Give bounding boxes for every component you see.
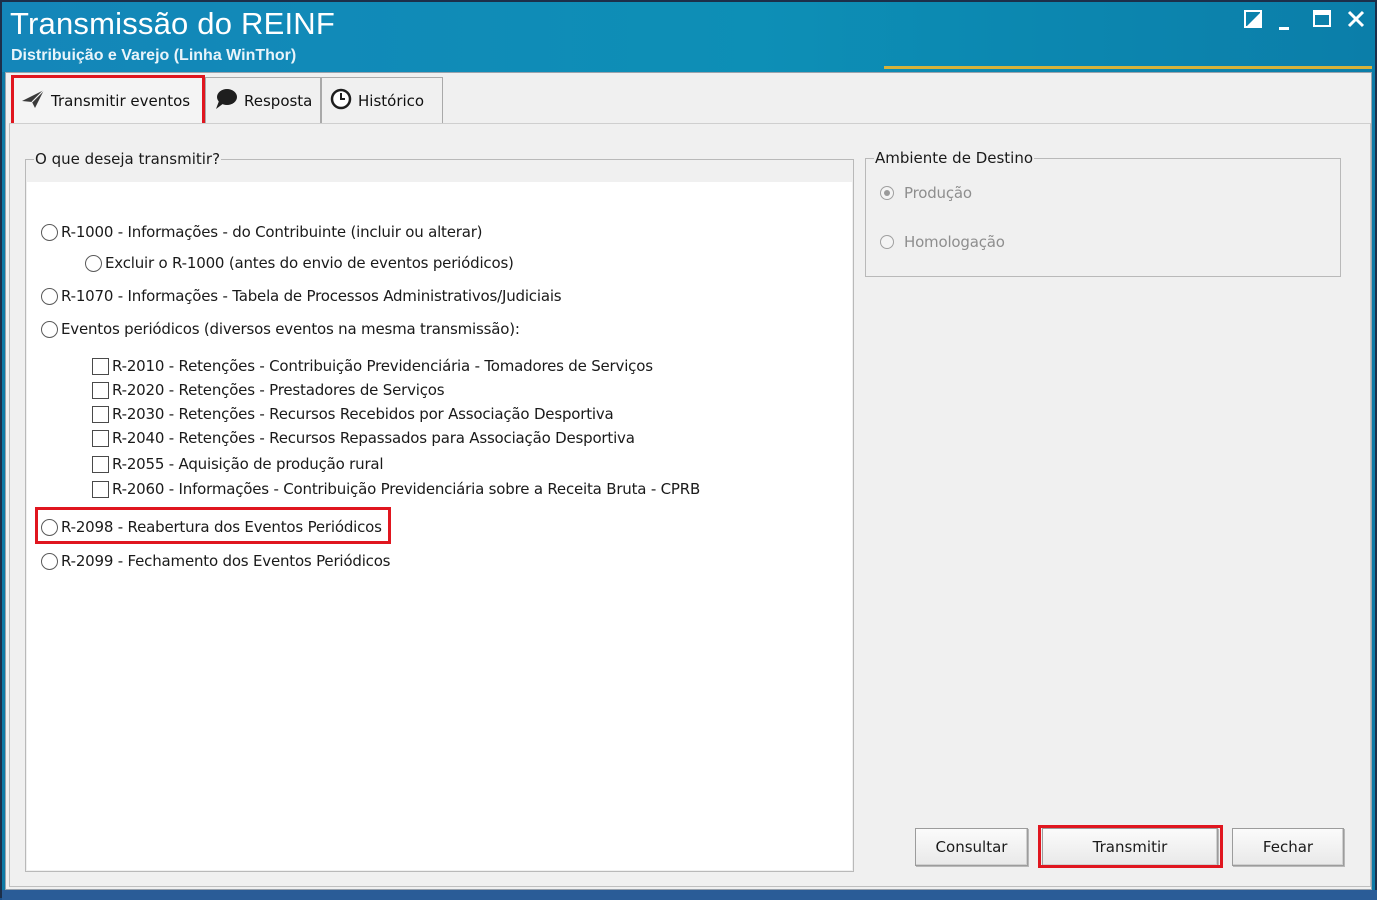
restore-icon[interactable]: [1244, 10, 1262, 28]
title-bar[interactable]: Transmissão do REINF Distribuição e Vare…: [2, 2, 1375, 72]
radio-producao[interactable]: Produção: [880, 184, 972, 202]
clock-icon: [330, 88, 352, 114]
title-accent-line: [884, 66, 1372, 69]
radio-circle[interactable]: [880, 235, 894, 249]
window-subtitle: Distribuição e Varejo (Linha WinThor): [11, 47, 297, 64]
radio-circle[interactable]: [41, 518, 58, 536]
radio-label: R-2099 - Fechamento dos Eventos Periódic…: [61, 552, 391, 570]
checkbox-box[interactable]: [92, 405, 109, 423]
minimize-icon[interactable]: [1278, 10, 1292, 32]
checkbox-r2010[interactable]: R-2010 - Retenções - Contribuição Previd…: [92, 357, 653, 375]
radio-circle[interactable]: [880, 186, 894, 200]
checkbox-box[interactable]: [92, 381, 109, 399]
radio-label: R-1070 - Informações - Tabela de Process…: [61, 287, 562, 305]
consultar-button[interactable]: Consultar: [915, 828, 1028, 866]
radio-label: Excluir o R-1000 (antes do envio de even…: [105, 254, 514, 272]
transmitir-button[interactable]: Transmitir: [1042, 828, 1218, 866]
tab-historico[interactable]: Histórico: [321, 77, 443, 123]
speech-bubble-icon: [214, 88, 238, 114]
radio-label: Homologação: [904, 233, 1005, 251]
radio-label: Eventos periódicos (diversos eventos na …: [61, 320, 520, 338]
radio-label: R-1000 - Informações - do Contribuinte (…: [61, 223, 483, 241]
tab-label: Histórico: [358, 91, 425, 110]
radio-excluir-r1000[interactable]: Excluir o R-1000 (antes do envio de even…: [85, 254, 514, 272]
fechar-button[interactable]: Fechar: [1232, 828, 1344, 866]
radio-label: Produção: [904, 184, 972, 202]
radio-circle[interactable]: [41, 223, 58, 241]
checkbox-r2030[interactable]: R-2030 - Retenções - Recursos Recebidos …: [92, 405, 614, 423]
tab-label: Resposta: [244, 91, 313, 110]
checkbox-box[interactable]: [92, 429, 109, 447]
radio-circle[interactable]: [41, 320, 58, 338]
checkbox-label: R-2020 - Retenções - Prestadores de Serv…: [112, 381, 445, 399]
checkbox-r2055[interactable]: R-2055 - Aquisição de produção rural: [92, 455, 384, 473]
window-bottom-border: [2, 890, 1377, 900]
radio-r2099[interactable]: R-2099 - Fechamento dos Eventos Periódic…: [41, 552, 391, 570]
checkbox-label: R-2060 - Informações - Contribuição Prev…: [112, 480, 701, 498]
checkbox-box[interactable]: [92, 357, 109, 375]
radio-circle[interactable]: [41, 552, 58, 570]
app-window: Transmissão do REINF Distribuição e Vare…: [0, 0, 1377, 900]
tab-resposta[interactable]: Resposta: [205, 77, 321, 123]
radio-r1000[interactable]: R-1000 - Informações - do Contribuinte (…: [41, 223, 483, 241]
transmit-group-body: R-1000 - Informações - do Contribuinte (…: [27, 182, 852, 870]
radio-r1070[interactable]: R-1070 - Informações - Tabela de Process…: [41, 287, 562, 305]
radio-circle[interactable]: [85, 254, 102, 272]
checkbox-label: R-2055 - Aquisição de produção rural: [112, 455, 384, 473]
radio-r2098[interactable]: R-2098 - Reabertura dos Eventos Periódic…: [41, 518, 382, 536]
checkbox-label: R-2030 - Retenções - Recursos Recebidos …: [112, 405, 614, 423]
transmit-group-legend: O que deseja transmitir?: [35, 150, 221, 168]
client-area: Transmitir eventos Resposta Histórico O …: [5, 72, 1372, 890]
checkbox-label: R-2010 - Retenções - Contribuição Previd…: [112, 357, 653, 375]
checkbox-box[interactable]: [92, 480, 109, 498]
tab-transmitir-eventos[interactable]: Transmitir eventos: [12, 75, 204, 125]
close-icon[interactable]: [1347, 10, 1365, 28]
checkbox-r2020[interactable]: R-2020 - Retenções - Prestadores de Serv…: [92, 381, 445, 399]
send-icon: [21, 89, 45, 113]
checkbox-box[interactable]: [92, 455, 109, 473]
radio-eventos-periodicos[interactable]: Eventos periódicos (diversos eventos na …: [41, 320, 520, 338]
radio-circle[interactable]: [41, 287, 58, 305]
transmit-group: O que deseja transmitir? R-1000 - Inform…: [25, 150, 854, 872]
tab-label: Transmitir eventos: [51, 91, 191, 110]
ambiente-group-legend: Ambiente de Destino: [875, 149, 1034, 167]
checkbox-label: R-2040 - Retenções - Recursos Repassados…: [112, 429, 635, 447]
radio-homologacao[interactable]: Homologação: [880, 233, 1005, 251]
radio-label: R-2098 - Reabertura dos Eventos Periódic…: [61, 518, 382, 536]
maximize-icon[interactable]: [1313, 10, 1331, 28]
checkbox-r2040[interactable]: R-2040 - Retenções - Recursos Repassados…: [92, 429, 635, 447]
window-title: Transmissão do REINF: [10, 6, 335, 41]
tab-panel-transmitir: O que deseja transmitir? R-1000 - Inform…: [9, 123, 1371, 887]
ambiente-group: Ambiente de Destino Produção Homologação: [865, 149, 1341, 277]
checkbox-r2060[interactable]: R-2060 - Informações - Contribuição Prev…: [92, 480, 700, 498]
